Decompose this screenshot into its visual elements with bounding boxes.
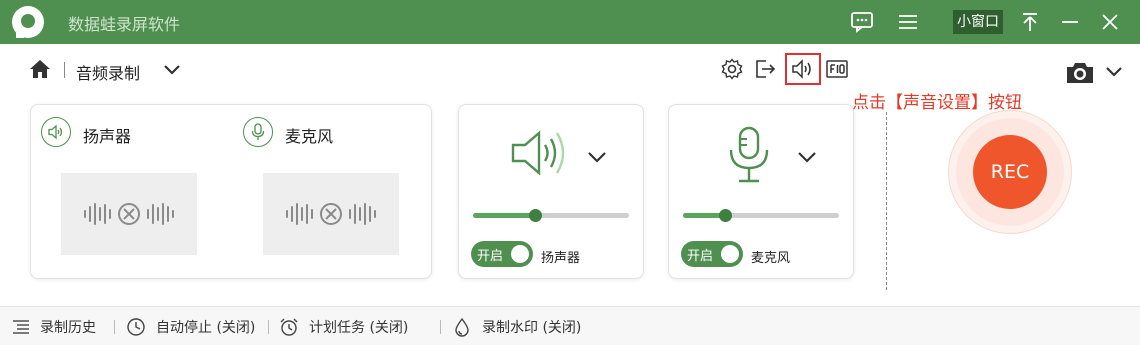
watermark-button[interactable]: 录制水印 (关闭) — [452, 307, 581, 345]
status-bar: 录制历史 自动停止 (关闭) 计划任务 (关闭) 录制水印 (关闭) — [0, 306, 1140, 345]
home-icon[interactable] — [28, 58, 52, 84]
recording-history-label: 录制历史 — [40, 319, 96, 336]
annotation-text: 点击【声音设置】按钮 — [852, 93, 1022, 113]
device-microphone[interactable]: 麦克风 — [233, 105, 433, 280]
microphone-label: 麦克风 — [285, 127, 334, 146]
microphone-toggle[interactable]: 开启 — [681, 241, 743, 267]
divider — [64, 62, 65, 78]
f10-shortcut-icon[interactable] — [824, 56, 850, 82]
speaker-volume-slider[interactable] — [473, 209, 629, 222]
alarm-clock-icon — [280, 318, 298, 336]
app-logo — [12, 6, 44, 38]
device-card: 扬声器 麦克风 — [30, 104, 432, 279]
slider-fill — [473, 213, 535, 218]
menu-icon[interactable] — [896, 8, 920, 36]
no-signal-waveform-icon — [263, 173, 399, 255]
close-icon[interactable] — [1098, 8, 1122, 36]
microphone-toggle-label: 麦克风 — [751, 251, 791, 266]
speaker-label: 扬声器 — [83, 127, 132, 146]
toggle-label: 开启 — [687, 249, 714, 264]
slider-knob[interactable] — [719, 209, 732, 222]
recording-history-button[interactable]: 录制历史 — [12, 307, 96, 345]
divider — [440, 320, 441, 334]
chevron-down-icon[interactable] — [795, 149, 819, 169]
no-signal-waveform-icon — [61, 173, 197, 255]
microphone-icon — [243, 117, 273, 147]
app-title: 数据蛙录屏软件 — [68, 15, 181, 34]
settings-gear-icon[interactable] — [719, 56, 745, 82]
sound-settings-icon[interactable] — [785, 53, 821, 85]
minimize-icon[interactable] — [1058, 8, 1082, 36]
clock-icon — [127, 317, 145, 336]
schedule-task-label: 计划任务 (关闭) — [309, 319, 409, 336]
speaker-toggle[interactable]: 开启 — [471, 241, 533, 267]
camera-icon[interactable] — [1064, 60, 1096, 90]
chevron-down-icon[interactable] — [162, 62, 182, 81]
schedule-task-button[interactable]: 计划任务 (关闭) — [279, 307, 408, 345]
slider-knob[interactable] — [529, 209, 542, 222]
microphone-panel: 开启 麦克风 — [668, 104, 854, 279]
device-speaker[interactable]: 扬声器 — [31, 105, 231, 280]
divider — [114, 320, 115, 334]
pin-icon[interactable] — [1018, 8, 1042, 36]
list-icon — [13, 319, 29, 334]
toggle-label: 开启 — [477, 249, 504, 264]
chevron-down-icon[interactable] — [1104, 64, 1124, 83]
rec-button[interactable]: REC — [973, 135, 1047, 209]
divider — [886, 112, 887, 290]
mode-label[interactable]: 音频录制 — [76, 60, 140, 84]
auto-stop-button[interactable]: 自动停止 (关闭) — [126, 307, 255, 345]
microphone-large-icon[interactable] — [727, 125, 771, 189]
message-icon[interactable] — [848, 8, 876, 36]
speaker-icon — [41, 117, 71, 147]
microphone-volume-slider[interactable] — [683, 209, 839, 222]
toggle-knob — [721, 245, 739, 263]
speaker-volume-icon[interactable] — [509, 125, 573, 185]
speaker-panel: 开启 扬声器 — [458, 104, 644, 279]
title-bar: 数据蛙录屏软件 小窗口 — [0, 0, 1140, 44]
mini-window-button[interactable]: 小窗口 — [953, 10, 1003, 34]
toggle-knob — [511, 245, 529, 263]
watermark-label: 录制水印 (关闭) — [482, 319, 582, 336]
divider — [268, 320, 269, 334]
water-drop-icon — [455, 317, 469, 337]
chevron-down-icon[interactable] — [585, 149, 609, 169]
export-icon[interactable] — [752, 56, 778, 82]
auto-stop-label: 自动停止 (关闭) — [156, 319, 256, 336]
speaker-toggle-label: 扬声器 — [541, 251, 581, 266]
